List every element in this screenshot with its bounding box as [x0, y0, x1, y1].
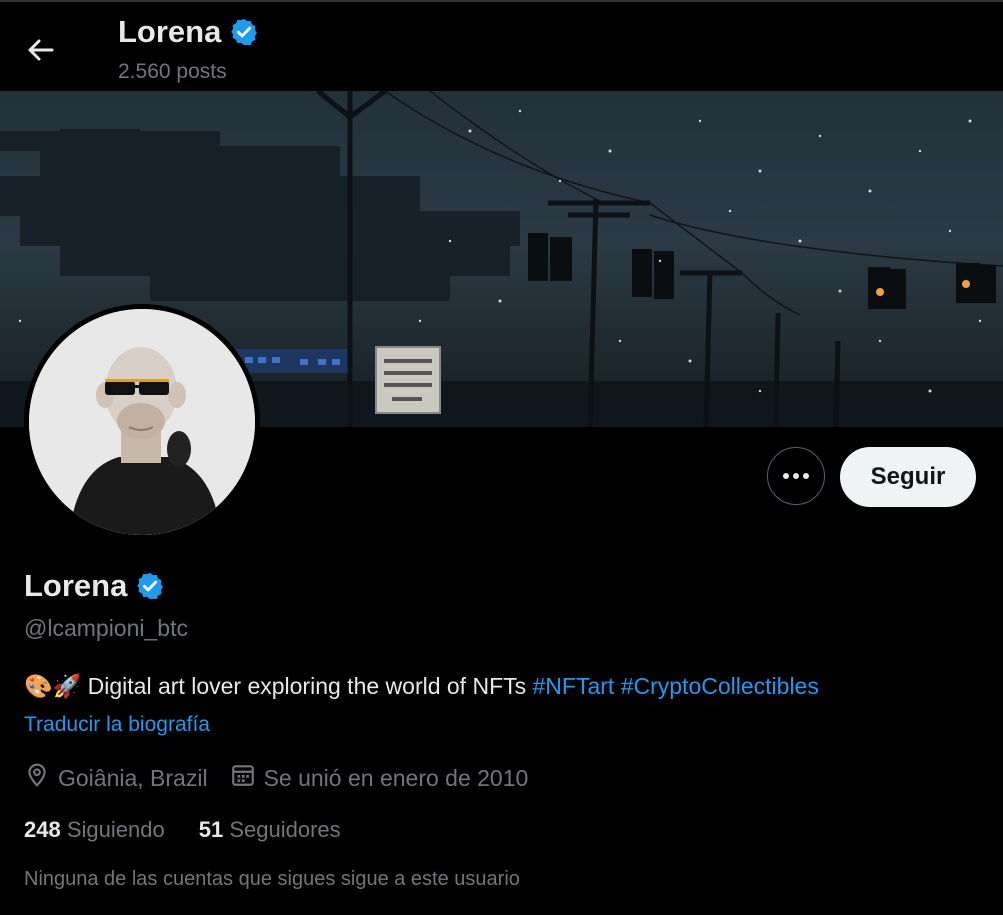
joined-text: Se unió en enero de 2010	[263, 764, 529, 791]
followers-you-know: Ninguna de las cuentas que sigues sigue …	[24, 868, 520, 890]
location-text: Goiânia, Brazil	[58, 764, 208, 791]
hashtag-link[interactable]: #NFTart	[533, 673, 615, 699]
posts-count: 2.560 posts	[118, 60, 227, 83]
profile-handle: @lcampioni_btc	[24, 615, 188, 641]
following-label: Siguiendo	[66, 817, 165, 842]
avatar[interactable]	[24, 304, 260, 540]
header-name: Lorena	[118, 14, 222, 49]
more-options-button[interactable]	[767, 447, 825, 505]
back-arrow-icon[interactable]	[22, 32, 58, 68]
followers-label: Seguidores	[229, 817, 341, 842]
follow-button[interactable]: Seguir	[840, 447, 976, 507]
verified-badge-icon[interactable]	[135, 571, 165, 601]
followers-count: 51	[198, 817, 224, 842]
bio-emojis: 🎨🚀	[24, 673, 82, 699]
following-count: 248	[24, 817, 61, 842]
more-horizontal-icon	[782, 467, 810, 485]
profile-bio: 🎨🚀 Digital art lover exploring the world…	[24, 673, 819, 700]
calendar-icon	[230, 762, 256, 794]
verified-badge-icon	[229, 17, 259, 47]
location-pin-icon	[24, 762, 50, 794]
hashtag-link[interactable]: #CryptoCollectibles	[621, 673, 819, 699]
bio-text: Digital art lover exploring the world of…	[87, 673, 527, 699]
avatar-image	[29, 309, 255, 535]
profile-header: Lorena 2.560 posts	[0, 0, 1003, 91]
translate-bio-link[interactable]: Traducir la biografía	[24, 713, 210, 737]
profile-name-row: Lorena	[24, 568, 165, 604]
profile-name: Lorena	[24, 568, 128, 603]
header-title: Lorena	[118, 14, 259, 50]
follow-stats: 248 Siguiendo 51 Seguidores	[24, 817, 341, 843]
location-item: Goiânia, Brazil	[24, 762, 208, 794]
followers-link[interactable]: 51 Seguidores	[199, 817, 341, 843]
following-link[interactable]: 248 Siguiendo	[24, 817, 165, 843]
profile-meta: Goiânia, Brazil Se unió en enero de 2010	[24, 762, 550, 794]
joined-item: Se unió en enero de 2010	[230, 762, 529, 794]
